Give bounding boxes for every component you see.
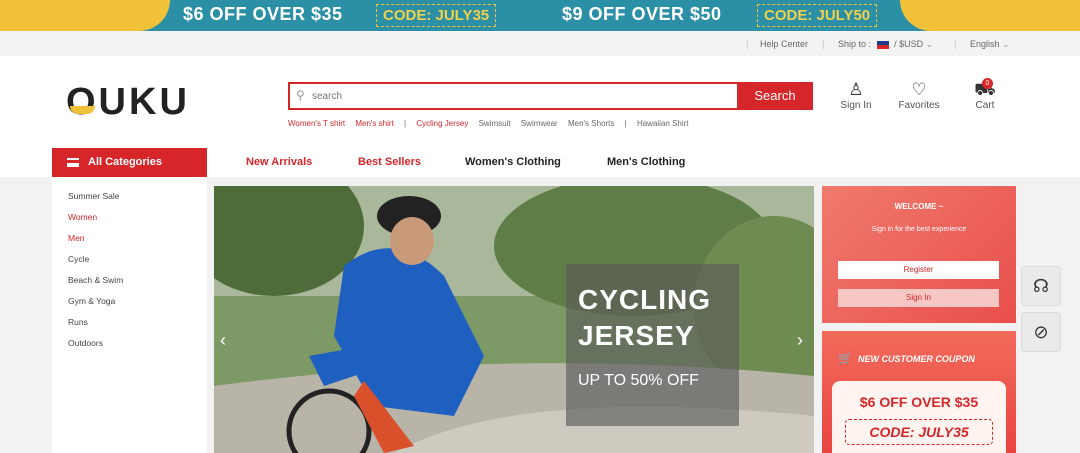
promo-decor-right bbox=[900, 0, 1080, 31]
heart-icon: ♡ bbox=[911, 80, 927, 99]
ship-to-label: Ship to : bbox=[838, 39, 872, 49]
coupon-code: CODE: JULY35 bbox=[845, 419, 993, 445]
favorites-button[interactable]: ♡ Favorites bbox=[893, 80, 945, 111]
hot-search-link[interactable]: Swimsuit bbox=[479, 119, 511, 128]
coupon-header: NEW CUSTOMER COUPON bbox=[858, 354, 975, 364]
promo-offer-1: $6 OFF OVER $35 bbox=[183, 4, 343, 24]
logo[interactable]: OUKU bbox=[66, 81, 190, 124]
promo-code-2: CODE: JULY50 bbox=[757, 4, 878, 27]
utility-bar: | Help Center | Ship to : / $USD ⌄ | Eng… bbox=[0, 31, 1080, 56]
hot-search-link[interactable]: Men's shirt bbox=[355, 119, 393, 128]
coupon-card: $6 OFF OVER $35 CODE: JULY35 bbox=[832, 381, 1006, 453]
welcome-title: WELCOME ~ bbox=[894, 202, 944, 211]
divider: | bbox=[624, 119, 627, 128]
search-icon: ⚲ bbox=[296, 88, 305, 102]
all-categories-label: All Categories bbox=[88, 156, 162, 168]
compass-icon[interactable]: ⊘ bbox=[1021, 312, 1061, 352]
welcome-panel: WELCOME ~ Sign in for the best experienc… bbox=[822, 186, 1016, 323]
search-button[interactable]: Search bbox=[737, 82, 813, 110]
ship-to-selector[interactable]: Ship to : / $USD ⌄ bbox=[838, 39, 933, 50]
nav-mens-clothing[interactable]: Men's Clothing bbox=[607, 156, 685, 168]
promo-decor-left bbox=[0, 0, 170, 31]
sign-in-button[interactable]: ♙ Sign In bbox=[836, 80, 876, 111]
sign-in-label: Sign In bbox=[840, 100, 872, 111]
banner-text-panel: CYCLING JERSEY UP TO 50% OFF bbox=[566, 264, 739, 426]
logo-text: OUKU bbox=[66, 81, 190, 123]
banner-next-arrow-icon[interactable]: › bbox=[797, 330, 803, 351]
welcome-subtitle: Sign in for the best experience bbox=[871, 226, 967, 233]
cart-button[interactable]: ⛟ 0 Cart bbox=[968, 78, 1002, 111]
banner-headline-2: JERSEY bbox=[578, 320, 695, 351]
register-button[interactable]: Register bbox=[838, 261, 999, 279]
banner-prev-arrow-icon[interactable]: ‹ bbox=[220, 330, 226, 351]
hero-banner[interactable]: CYCLING JERSEY UP TO 50% OFF bbox=[214, 186, 814, 453]
banner-headline-1: CYCLING bbox=[578, 284, 711, 315]
hot-search-link[interactable]: Women's T shirt bbox=[288, 119, 345, 128]
currency-label: / $USD bbox=[894, 39, 924, 49]
coupon-offer: $6 OFF OVER $35 bbox=[859, 394, 979, 410]
language-selector[interactable]: English ⌄ bbox=[970, 39, 1010, 50]
sidebar-item-gym-yoga[interactable]: Gym & Yoga bbox=[68, 296, 115, 306]
hot-search-link[interactable]: Swimwear bbox=[521, 119, 558, 128]
search-input[interactable] bbox=[312, 87, 732, 105]
cart-count-badge: 0 bbox=[982, 78, 993, 89]
nav-womens-clothing[interactable]: Women's Clothing bbox=[465, 156, 561, 168]
nav-new-arrivals[interactable]: New Arrivals bbox=[246, 156, 312, 168]
new-customer-coupon[interactable]: 🛒 NEW CUSTOMER COUPON $6 OFF OVER $35 CO… bbox=[822, 331, 1016, 453]
category-sidebar: Summer Sale Women Men Cycle Beach & Swim… bbox=[52, 177, 207, 453]
sidebar-item-summer-sale[interactable]: Summer Sale bbox=[68, 191, 120, 201]
user-icon: ♙ bbox=[848, 80, 864, 99]
promo-banner[interactable]: $6 OFF OVER $35 CODE: JULY35 $9 OFF OVER… bbox=[0, 0, 1080, 31]
divider: | bbox=[746, 39, 749, 49]
nav-best-sellers[interactable]: Best Sellers bbox=[358, 156, 421, 168]
favorites-label: Favorites bbox=[898, 100, 940, 111]
banner-subheadline: UP TO 50% OFF bbox=[578, 372, 699, 389]
hot-search-link[interactable]: Cycling Jersey bbox=[416, 119, 468, 128]
divider: | bbox=[822, 39, 825, 49]
help-center-link[interactable]: Help Center bbox=[760, 39, 808, 49]
cart-icon: 🛒 bbox=[838, 351, 853, 365]
hot-search-link[interactable]: Hawaiian Shirt bbox=[637, 119, 689, 128]
sidebar-item-outdoors[interactable]: Outdoors bbox=[68, 338, 103, 348]
sidebar-item-cycle[interactable]: Cycle bbox=[68, 254, 89, 264]
hot-search-link[interactable]: Men's Shorts bbox=[568, 119, 614, 128]
sidebar-item-women[interactable]: Women bbox=[68, 212, 97, 222]
language-label: English bbox=[970, 39, 1000, 49]
chevron-down-icon: ⌄ bbox=[925, 39, 934, 49]
us-flag-icon bbox=[876, 40, 889, 49]
promo-code-1: CODE: JULY35 bbox=[376, 4, 497, 27]
cart-label: Cart bbox=[975, 100, 995, 111]
hot-searches: Women's T shirt Men's shirt | Cycling Je… bbox=[288, 119, 697, 128]
customer-service-icon[interactable]: ☊ bbox=[1021, 266, 1061, 306]
promo-offer-2: $9 OFF OVER $50 bbox=[562, 4, 722, 24]
menu-icon bbox=[67, 158, 79, 167]
divider: | bbox=[954, 39, 957, 49]
sidebar-item-men[interactable]: Men bbox=[68, 233, 85, 243]
chevron-down-icon: ⌄ bbox=[1002, 39, 1010, 49]
sidebar-item-runs[interactable]: Runs bbox=[68, 317, 88, 327]
welcome-sign-in-button[interactable]: Sign In bbox=[838, 289, 999, 307]
sidebar-item-beach-swim[interactable]: Beach & Swim bbox=[68, 275, 123, 285]
search-box: ⚲ Search bbox=[288, 82, 813, 110]
divider: | bbox=[404, 119, 407, 128]
all-categories-button[interactable]: All Categories bbox=[52, 148, 207, 177]
